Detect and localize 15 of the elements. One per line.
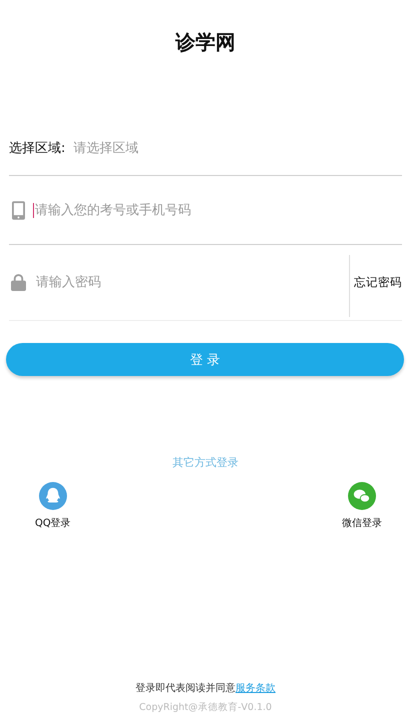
chat-bubbles-icon[interactable] (348, 482, 376, 510)
password-field[interactable]: 请输入密码 (36, 275, 349, 290)
region-label: 选择区域: (9, 140, 66, 157)
other-login-heading: 其它方式登录 (172, 455, 240, 470)
page-title: 诊学网 (174, 29, 236, 56)
lock-icon (11, 274, 26, 291)
phone-icon (12, 200, 25, 220)
account-field[interactable]: 请输入您的考号或手机号码 (33, 202, 402, 218)
agreement-text: 登录即代表阅读并同意 (136, 683, 236, 694)
region-field[interactable]: 请选择区域 (73, 140, 402, 156)
copyright-text: CopyRight@承德教育-V0.1.0 (138, 701, 273, 714)
login-option-label[interactable]: 微信登录 (342, 516, 382, 530)
qq-icon[interactable] (38, 482, 67, 510)
forgot-password-link[interactable]: 忘记密码 (354, 275, 402, 290)
login-option-label[interactable]: QQ登录 (35, 516, 71, 530)
